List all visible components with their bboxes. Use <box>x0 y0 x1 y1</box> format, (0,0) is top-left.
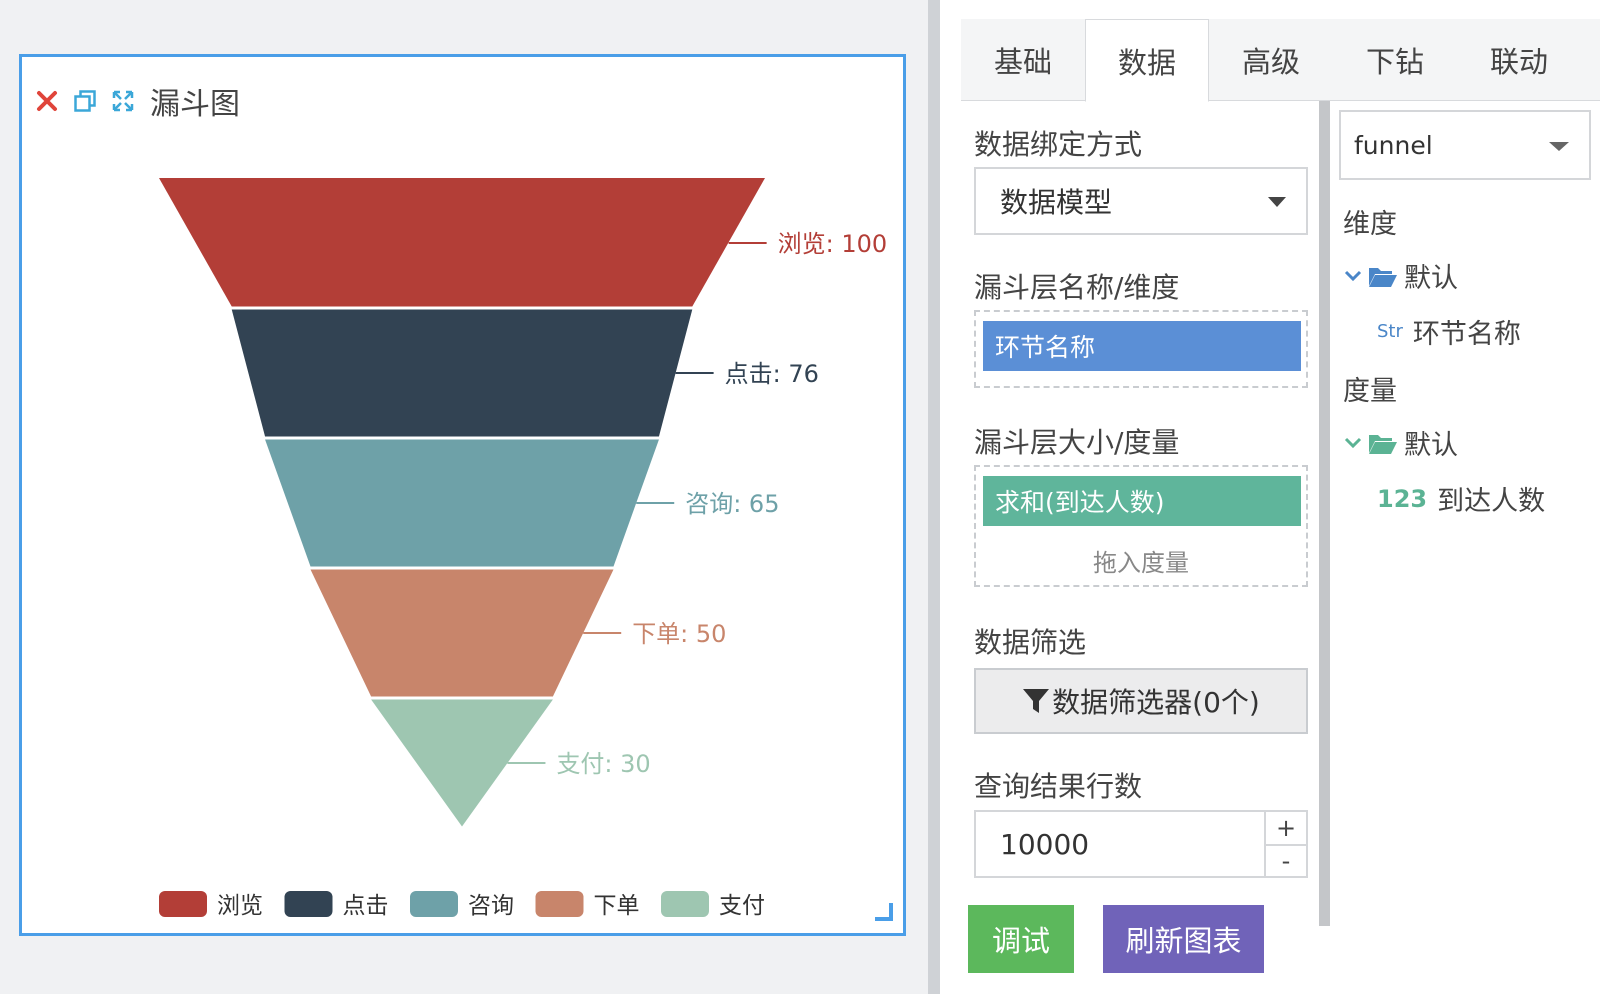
funnel-chart: 浏览: 100 点击: 76 咨询: 65 下单: 50 支付: 30 浏览 点击 咨询 下单 支… <box>159 178 888 919</box>
legend-swatch-1[interactable] <box>284 891 333 917</box>
caret-down-icon <box>1549 142 1569 151</box>
measure-field-item[interactable]: 123 到达人数 <box>1377 479 1545 518</box>
dimension-field-label: 环节名称 <box>1412 319 1521 350</box>
funnel-segment-0[interactable] <box>159 178 765 307</box>
data-config-column: 数据绑定方式 数据模型 漏斗层名称/维度 环节名称 漏斗层大小/度量 求和(到达… <box>961 101 1319 994</box>
dimension-chip[interactable]: 环节名称 <box>983 321 1301 371</box>
dimension-drop-zone[interactable]: 环节名称 <box>974 310 1308 388</box>
debug-button[interactable]: 调试 <box>968 905 1074 973</box>
funnel-data-label-3: 下单: 50 <box>632 620 726 648</box>
folder-open-icon <box>1369 434 1397 454</box>
dimension-folder[interactable]: 默认 <box>1344 256 1458 295</box>
measure-tree-heading: 度量 <box>1343 376 1397 407</box>
model-select-value: funnel <box>1354 130 1433 160</box>
funnel-segment-1[interactable] <box>231 309 693 437</box>
dimension-tree-heading: 维度 <box>1343 209 1397 240</box>
binding-select-value: 数据模型 <box>1000 186 1113 219</box>
chevron-down-icon <box>1344 437 1362 448</box>
measure-drop-zone[interactable]: 求和(到达人数) 拖入度量 <box>974 465 1308 587</box>
dimension-folder-label: 默认 <box>1404 263 1458 294</box>
funnel-data-label-2: 咨询: 65 <box>685 490 779 518</box>
legend-label-1[interactable]: 点击 <box>343 893 389 919</box>
dimension-field-item[interactable]: Str 环节名称 <box>1377 312 1521 351</box>
rows-stepper: + - <box>1264 812 1306 876</box>
legend-swatch-4[interactable] <box>661 891 709 917</box>
rows-input-value: 10000 <box>1000 828 1090 861</box>
legend-label-0[interactable]: 浏览 <box>217 893 263 919</box>
funnel-data-label-4: 支付: 30 <box>556 750 650 778</box>
data-filter-button[interactable]: 数据筛选器(0个) <box>974 668 1308 734</box>
refresh-chart-button[interactable]: 刷新图表 <box>1103 905 1264 973</box>
measure-field-label: 到达人数 <box>1437 486 1546 517</box>
filter-label: 数据筛选 <box>974 626 1087 659</box>
chart-card[interactable]: 漏斗图 浏览: 100 点击: 76 咨询: 65 下单: 50 支付: 30 浏览 点击咨… <box>19 54 906 936</box>
rows-input[interactable]: 10000 + - <box>974 810 1308 878</box>
binding-label: 数据绑定方式 <box>974 128 1143 161</box>
data-filter-button-label: 数据筛选器(0个) <box>1052 686 1260 719</box>
stepper-decrement-button[interactable]: - <box>1266 844 1306 876</box>
resize-handle[interactable] <box>875 903 893 921</box>
legend-label-3[interactable]: 下单 <box>594 893 640 919</box>
funnel-data-label-1: 点击: 76 <box>725 360 819 388</box>
tab-drilldown[interactable]: 下钻 <box>1333 19 1457 101</box>
string-type-icon: Str <box>1377 321 1403 342</box>
settings-tabs: 基础 数据 高级 下钻 联动 <box>961 19 1600 102</box>
measure-drop-hint: 拖入度量 <box>1093 549 1189 577</box>
legend-label-4[interactable]: 支付 <box>719 893 765 919</box>
binding-select[interactable]: 数据模型 <box>974 167 1308 235</box>
folder-open-icon <box>1369 267 1397 287</box>
measure-folder[interactable]: 默认 <box>1344 423 1458 462</box>
legend-label-2[interactable]: 咨询 <box>468 893 514 919</box>
tab-advanced[interactable]: 高级 <box>1209 19 1333 101</box>
funnel-segment-3[interactable] <box>310 569 614 697</box>
funnel-data-label-0: 浏览: 100 <box>778 230 888 258</box>
rows-label: 查询结果行数 <box>974 770 1143 803</box>
dimension-label: 漏斗层名称/维度 <box>974 271 1180 304</box>
legend-swatch-2[interactable] <box>410 891 458 917</box>
filter-icon <box>1023 689 1050 713</box>
model-select[interactable]: funnel <box>1339 110 1591 180</box>
funnel-segment-2[interactable] <box>265 439 659 567</box>
config-scrollbar[interactable] <box>1319 101 1330 926</box>
tab-linkage[interactable]: 联动 <box>1457 19 1581 101</box>
measure-label: 漏斗层大小/度量 <box>974 426 1180 459</box>
legend-swatch-3[interactable] <box>535 891 584 917</box>
measure-chip[interactable]: 求和(到达人数) <box>983 476 1301 526</box>
stepper-increment-button[interactable]: + <box>1266 812 1306 844</box>
number-type-icon: 123 <box>1377 484 1428 513</box>
measure-folder-label: 默认 <box>1404 430 1458 461</box>
tab-basic[interactable]: 基础 <box>961 19 1085 101</box>
tab-data[interactable]: 数据 <box>1085 19 1209 102</box>
field-tree-column: funnel 维度 默认 Str 环节名称 度量 默认 123 到达人数 <box>1330 101 1600 994</box>
legend-swatch-0[interactable] <box>159 891 207 917</box>
caret-down-icon <box>1268 197 1286 207</box>
panel-splitter[interactable] <box>928 0 940 994</box>
chevron-down-icon <box>1344 270 1362 281</box>
